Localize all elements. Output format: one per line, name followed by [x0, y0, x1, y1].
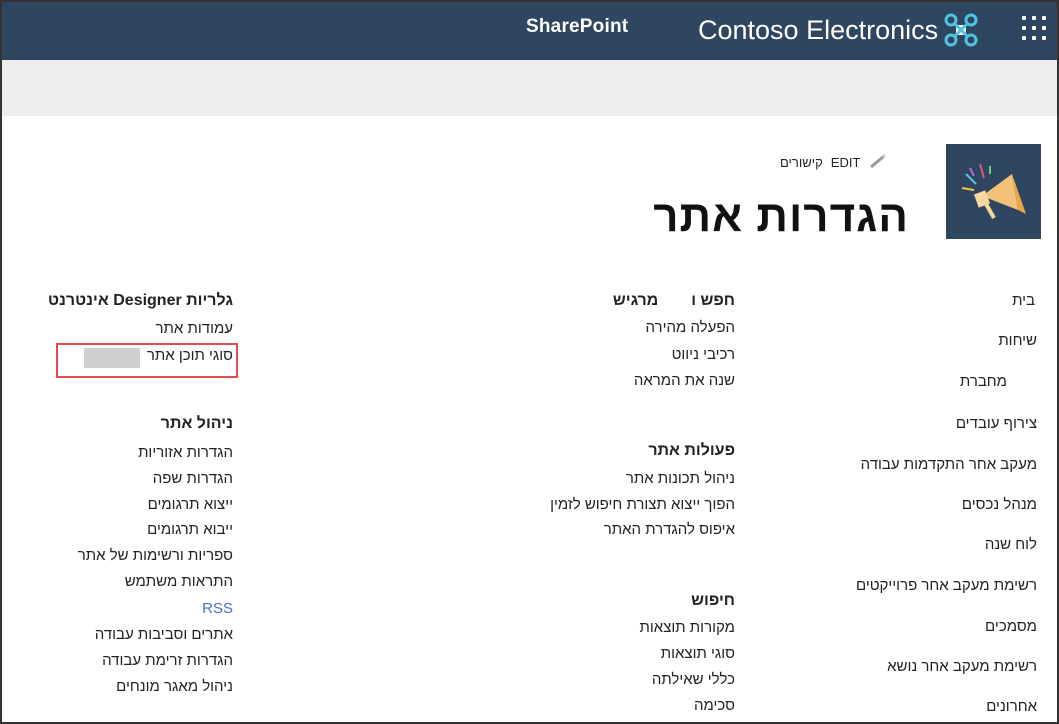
pencil-icon[interactable] [868, 154, 888, 170]
quick-launch-item[interactable]: רשימת מעקב אחר נושא [887, 658, 1037, 675]
quick-launch-item[interactable]: בית [1012, 292, 1035, 309]
settings-link[interactable]: איפוס להגדרת האתר [604, 521, 735, 538]
site-administration-heading: ניהול אתר [160, 415, 233, 432]
quick-launch-item[interactable]: מחברת [960, 373, 1007, 390]
ribbon [2, 60, 1057, 116]
site-logo[interactable] [946, 144, 1041, 239]
quick-launch-item[interactable]: אחרונים [986, 698, 1037, 715]
edit-links-button[interactable]: EDIT [831, 155, 861, 170]
settings-link[interactable]: הפוך ייצוא תצורת חיפוש לזמין [550, 496, 735, 513]
settings-link[interactable]: עמודות אתר [156, 320, 233, 337]
settings-link[interactable]: רכיבי ניווט [672, 346, 735, 363]
look-and-feel-heading-part1: חפש ו [691, 292, 735, 309]
quick-launch-item[interactable]: מנהל נכסים [962, 496, 1037, 513]
quick-launch-item[interactable]: שיחות [998, 332, 1037, 349]
settings-link[interactable]: סכימה [694, 697, 735, 714]
look-and-feel-heading-part2: מרגיש [612, 292, 659, 309]
brand[interactable]: Contoso Electronics [698, 12, 978, 48]
settings-link[interactable]: ניהול תכונות אתר [626, 470, 735, 487]
quick-launch-item[interactable]: מסמכים [985, 618, 1037, 635]
megaphone-icon [961, 163, 1026, 219]
suite-bar: Contoso Electronics SharePoint [2, 2, 1057, 60]
look-and-feel-heading: חפש ו מרגיש [613, 292, 735, 310]
site-actions-heading: פעולות אתר [648, 442, 735, 459]
sharepoint-window: Contoso Electronics SharePoint EDIT קישו… [0, 0, 1059, 724]
settings-link[interactable]: ייבוא תרגומים [147, 521, 233, 538]
settings-link[interactable]: הגדרות זרימת עבודה [102, 652, 233, 669]
settings-link[interactable]: הגדרות שפה [153, 470, 233, 487]
product-name[interactable]: SharePoint [526, 16, 628, 38]
quick-launch-item[interactable]: לוח שנה [985, 536, 1037, 553]
settings-link[interactable]: התראות משתמש [125, 573, 233, 590]
settings-link[interactable]: אתרים וסביבות עבודה [95, 626, 233, 643]
highlight-box [56, 343, 238, 378]
brand-name[interactable]: Contoso Electronics [698, 15, 938, 46]
settings-link[interactable]: כללי שאילתה [652, 671, 735, 688]
settings-link[interactable]: ניהול מאגר מונחים [116, 678, 233, 695]
rss-link[interactable]: RSS [202, 600, 233, 617]
designer-galleries-heading: גלריות Designer אינטרנט [48, 292, 233, 309]
title-links: EDIT קישורים [780, 154, 888, 170]
search-heading: חיפוש [691, 592, 735, 609]
links-label[interactable]: קישורים [780, 155, 823, 170]
drone-icon [944, 13, 978, 47]
quick-launch-item[interactable]: צירוף עובדים [956, 415, 1037, 432]
page-title: הגדרות אתר [653, 192, 909, 241]
settings-link[interactable]: הפעלה מהירה [646, 319, 736, 336]
settings-link[interactable]: סוגי תוצאות [661, 645, 735, 662]
settings-link[interactable]: ייצוא תרגומים [148, 496, 233, 513]
app-launcher-icon[interactable] [1022, 16, 1048, 42]
settings-link[interactable]: שנה את המראה [634, 372, 735, 389]
settings-link[interactable]: מקורות תוצאות [640, 619, 735, 636]
settings-link[interactable]: ספריות ורשימות של אתר [78, 547, 233, 564]
settings-link[interactable]: הגדרות אזוריות [138, 444, 233, 461]
quick-launch-item[interactable]: מעקב אחר התקדמות עבודה [861, 456, 1037, 473]
quick-launch-item[interactable]: רשימת מעקב אחר פרוייקטים [856, 577, 1037, 594]
